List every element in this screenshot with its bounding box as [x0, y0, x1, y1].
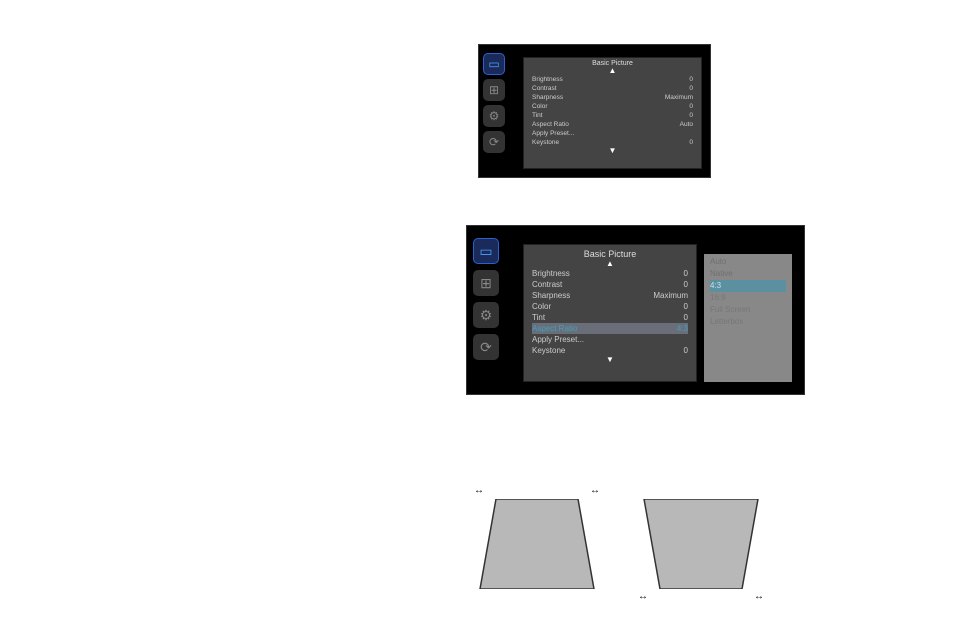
- row-value: 0: [689, 102, 693, 111]
- row-label: Contrast: [532, 279, 562, 290]
- osd-basic-picture-large: ▭ ⊞ ⚙ ⟳ Basic Picture ▲ Brightness 0 Cont…: [466, 225, 805, 395]
- row-label: Brightness: [532, 268, 570, 279]
- row-label: Apply Preset...: [532, 129, 574, 138]
- osd-sidebar: ▭ ⊞ ⚙ ⟳: [473, 238, 499, 360]
- submenu-item[interactable]: Auto: [710, 256, 786, 268]
- row-value: 0: [684, 345, 688, 356]
- row-label: Keystone: [532, 345, 565, 356]
- menu-row[interactable]: Contrast 0: [532, 279, 688, 290]
- menu-row[interactable]: Apply Preset...: [532, 334, 688, 345]
- submenu-item[interactable]: Native: [710, 268, 786, 280]
- arrow-down-icon[interactable]: ▼: [524, 147, 701, 155]
- keystone-diagrams: ↔↔ ↔↔: [468, 479, 798, 599]
- row-value: Maximum: [653, 290, 688, 301]
- row-value: 0: [684, 312, 688, 323]
- settings-icon[interactable]: ⚙: [473, 302, 499, 328]
- osd-sidebar: ▭ ⊞ ⚙ ⟳: [483, 53, 505, 153]
- menu-items: Brightness 0 Contrast 0 Sharpness Maximum C…: [524, 75, 701, 147]
- row-value: 0: [684, 301, 688, 312]
- menu-items: Brightness 0 Contrast 0 Sharpness Maximum C…: [524, 268, 696, 356]
- row-value: 0: [689, 138, 693, 147]
- arrow-up-icon[interactable]: ▲: [524, 67, 701, 75]
- osd-basic-picture-small: ▭ ⊞ ⚙ ⟳ Basic Picture ▲ Brightness0 Cont…: [478, 44, 711, 178]
- dim-arrows-top: ↔↔: [472, 485, 602, 499]
- row-value: 0: [689, 111, 693, 120]
- menu-row[interactable]: Brightness 0: [532, 75, 693, 84]
- advanced-icon[interactable]: ⊞: [483, 79, 505, 101]
- menu-row[interactable]: Contrast 0: [532, 84, 693, 93]
- row-label: Sharpness: [532, 290, 570, 301]
- arrow-down-icon[interactable]: ▼: [524, 356, 696, 364]
- menu-row[interactable]: Tint 0: [532, 111, 693, 120]
- menu-panel: Basic Picture ▲ Brightness 0 Contrast 0 Sh…: [523, 244, 697, 382]
- menu-row[interactable]: Color 0: [532, 301, 688, 312]
- settings-icon[interactable]: ⚙: [483, 105, 505, 127]
- picture-icon[interactable]: ▭: [483, 53, 505, 75]
- row-label: Aspect Ratio: [532, 120, 569, 129]
- row-label: Sharpness: [532, 93, 563, 102]
- row-label: Brightness: [532, 75, 563, 84]
- source-icon[interactable]: ⟳: [483, 131, 505, 153]
- row-label: Tint: [532, 111, 543, 120]
- submenu-item[interactable]: Letterbox: [710, 316, 786, 328]
- row-label: Contrast: [532, 84, 557, 93]
- menu-row[interactable]: Color 0: [532, 102, 693, 111]
- row-label: Color: [532, 102, 548, 111]
- source-icon[interactable]: ⟳: [473, 334, 499, 360]
- row-value: 0: [684, 268, 688, 279]
- menu-row[interactable]: Aspect Ratio Auto: [532, 120, 693, 129]
- submenu-item-selected[interactable]: 4:3: [710, 280, 786, 292]
- menu-panel: Basic Picture ▲ Brightness0 Contrast0 Sh…: [523, 57, 702, 169]
- dim-arrows-bottom: ↔↔: [636, 591, 766, 605]
- row-label: Color: [532, 301, 551, 312]
- row-value: 0: [689, 84, 693, 93]
- row-value: 0: [689, 75, 693, 84]
- row-label: Tint: [532, 312, 545, 323]
- menu-row[interactable]: Brightness 0: [532, 268, 688, 279]
- row-value: Maximum: [665, 93, 693, 102]
- arrow-up-icon[interactable]: ▲: [524, 260, 696, 268]
- row-value: 4:3: [677, 323, 688, 334]
- menu-row[interactable]: Tint 0: [532, 312, 688, 323]
- aspect-submenu: Auto Native 4:3 16:9 Full Screen Letterb…: [704, 254, 792, 382]
- row-label: Keystone: [532, 138, 559, 147]
- menu-row[interactable]: Sharpness Maximum: [532, 93, 693, 102]
- submenu-item[interactable]: 16:9: [710, 292, 786, 304]
- menu-title: Basic Picture: [524, 245, 696, 260]
- keystone-trapezoid-narrow-top: [472, 499, 602, 589]
- row-label: Apply Preset...: [532, 334, 584, 345]
- keystone-trapezoid-wide-top: [636, 499, 766, 589]
- row-label: Aspect Ratio: [532, 323, 577, 334]
- row-value: Auto: [680, 120, 693, 129]
- row-value: 0: [684, 279, 688, 290]
- menu-row[interactable]: Apply Preset...: [532, 129, 693, 138]
- menu-row[interactable]: Sharpness Maximum: [532, 290, 688, 301]
- submenu-item[interactable]: Full Screen: [710, 304, 786, 316]
- menu-row-aspect[interactable]: Aspect Ratio 4:3: [532, 323, 688, 334]
- advanced-icon[interactable]: ⊞: [473, 270, 499, 296]
- picture-icon[interactable]: ▭: [473, 238, 499, 264]
